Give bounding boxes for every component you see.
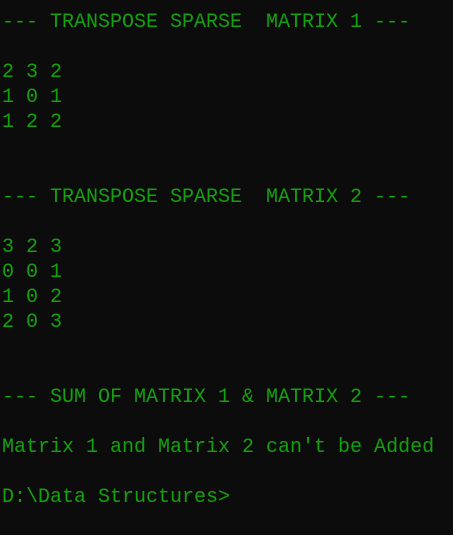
console-line: 0 0 1 (2, 261, 63, 284)
console-line: 1 0 2 (2, 286, 63, 309)
console-line: Matrix 1 and Matrix 2 can't be Added (2, 436, 435, 459)
console-line: 1 2 2 (2, 111, 63, 134)
console-output[interactable]: --- TRANSPOSE SPARSE MATRIX 1 --- 2 3 21 … (2, 10, 434, 510)
console-line: --- SUM OF MATRIX 1 & MATRIX 2 --- (2, 386, 411, 409)
console-line: 2 0 3 (2, 311, 63, 334)
console-line: 1 0 1 (2, 86, 63, 109)
command-prompt[interactable]: D:\Data Structures> (2, 485, 434, 510)
console-line: 3 2 3 (2, 236, 63, 259)
console-line: --- TRANSPOSE SPARSE MATRIX 1 --- (2, 11, 411, 34)
console-line: 2 3 2 (2, 61, 63, 84)
console-line: --- TRANSPOSE SPARSE MATRIX 2 --- (2, 186, 411, 209)
